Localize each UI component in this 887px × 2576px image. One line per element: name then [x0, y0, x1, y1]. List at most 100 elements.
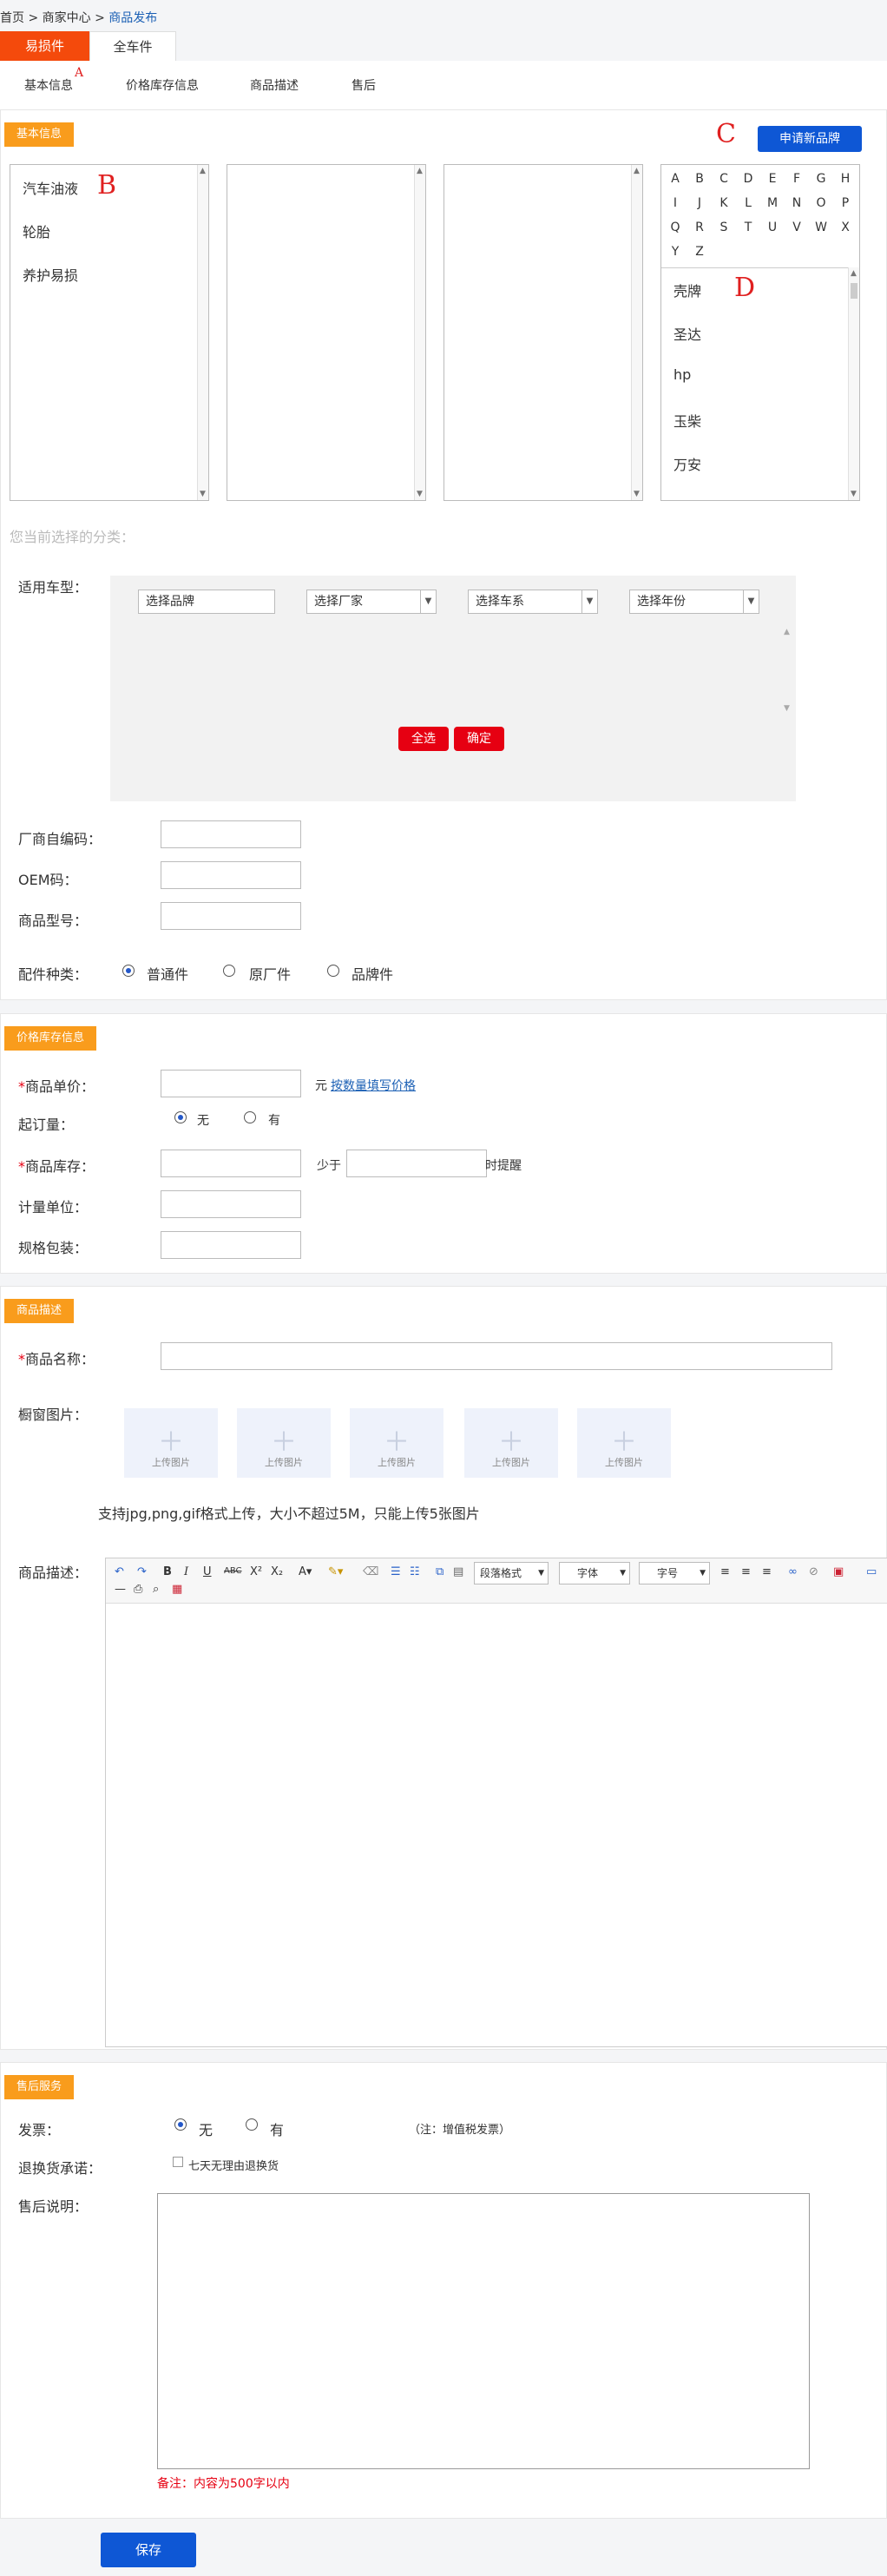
brand-letter-o[interactable]: O: [809, 191, 833, 215]
after-sales-textarea[interactable]: [157, 2193, 810, 2469]
select-all-button[interactable]: 全选: [398, 727, 449, 751]
return-checkbox[interactable]: [173, 2157, 183, 2167]
upload-image-slot[interactable]: ＋上传图片: [350, 1408, 444, 1478]
scroll-up-icon[interactable]: ▲: [417, 167, 423, 175]
unlink-icon[interactable]: ⊘: [809, 1565, 818, 1578]
bold-icon[interactable]: B: [163, 1565, 172, 1578]
category-list-level1[interactable]: 汽车油液 轮胎 养护易损 B ▲ ▼: [10, 164, 209, 501]
brand-letter-s[interactable]: S: [712, 215, 736, 240]
ordered-list-icon[interactable]: ☰: [391, 1565, 401, 1578]
stock-input[interactable]: [161, 1150, 301, 1177]
brand-letter-d[interactable]: D: [736, 167, 760, 191]
tab-full-car-parts[interactable]: 全车件: [89, 31, 176, 61]
scrollbar[interactable]: ▲ ▼: [197, 165, 208, 500]
brand-letter-g[interactable]: G: [809, 167, 833, 191]
category-item[interactable]: 汽车油液: [23, 177, 78, 198]
category-list-level3[interactable]: ▲ ▼: [444, 164, 643, 501]
brand-letter-i[interactable]: I: [663, 191, 687, 215]
brand-letter-a[interactable]: A: [663, 167, 687, 191]
align-left-icon[interactable]: ≡: [720, 1565, 730, 1578]
brand-item[interactable]: 万安: [673, 453, 701, 474]
apply-new-brand-button[interactable]: 申请新品牌: [758, 126, 862, 152]
qty-price-link[interactable]: 按数量填写价格: [331, 1077, 416, 1094]
tab-wear-parts[interactable]: 易损件: [0, 31, 89, 61]
brand-item[interactable]: 圣达: [673, 323, 701, 344]
strikethrough-icon[interactable]: ABC: [224, 1566, 242, 1576]
brand-item[interactable]: hp: [673, 366, 691, 383]
scroll-down-icon[interactable]: ▼: [417, 490, 423, 498]
image-icon[interactable]: ▣: [833, 1565, 844, 1578]
invoice-none-radio[interactable]: [174, 2118, 187, 2131]
brand-item[interactable]: 壳牌: [673, 280, 701, 300]
brand-letter-l[interactable]: L: [736, 191, 760, 215]
paragraph-format-select[interactable]: 段落格式 ▼: [474, 1562, 549, 1584]
scrollbar[interactable]: ▲ ▼: [784, 628, 794, 723]
font-family-select[interactable]: 字体 ▼: [559, 1562, 630, 1584]
font-color-icon[interactable]: A▾: [299, 1565, 312, 1578]
font-size-select[interactable]: 字号 ▼: [639, 1562, 710, 1584]
brand-letter-z[interactable]: Z: [687, 240, 712, 264]
underline-icon[interactable]: U: [203, 1565, 212, 1578]
eraser-icon[interactable]: ⌫: [363, 1565, 378, 1578]
brand-letter-b[interactable]: B: [687, 167, 712, 191]
stock-alert-input[interactable]: [346, 1150, 487, 1177]
brand-letter-f[interactable]: F: [785, 167, 809, 191]
invoice-has-radio[interactable]: [246, 2118, 258, 2131]
part-type-normal-radio[interactable]: [122, 965, 135, 977]
scroll-up-icon[interactable]: ▲: [634, 167, 640, 175]
brand-letter-v[interactable]: V: [785, 215, 809, 240]
vehicle-year-select[interactable]: 选择年份 ▼: [629, 590, 759, 614]
brand-letter-e[interactable]: E: [760, 167, 785, 191]
brand-letter-k[interactable]: K: [712, 191, 736, 215]
superscript-icon[interactable]: X²: [250, 1565, 262, 1578]
italic-icon[interactable]: I: [184, 1565, 188, 1578]
nav-after-sales[interactable]: 售后: [352, 76, 376, 94]
unit-input[interactable]: [161, 1190, 301, 1218]
code-input[interactable]: [161, 820, 301, 848]
brand-item[interactable]: 玉柴: [673, 410, 701, 431]
save-button[interactable]: 保存: [101, 2533, 196, 2567]
unordered-list-icon[interactable]: ☷: [410, 1565, 420, 1578]
preview-icon[interactable]: ⌕: [153, 1583, 159, 1596]
brand-letter-y[interactable]: Y: [663, 240, 687, 264]
scroll-up-icon[interactable]: ▲: [200, 167, 206, 175]
nav-description[interactable]: 商品描述: [250, 76, 299, 94]
brand-letter-m[interactable]: M: [760, 191, 785, 215]
part-type-brand-radio[interactable]: [327, 965, 339, 977]
nav-price-stock[interactable]: 价格库存信息: [126, 76, 199, 94]
category-item[interactable]: 养护易损: [23, 264, 78, 285]
oem-input[interactable]: [161, 861, 301, 889]
nav-basic-info[interactable]: 基本信息: [24, 76, 73, 94]
brand-letter-u[interactable]: U: [760, 215, 785, 240]
unit-price-input[interactable]: [161, 1070, 301, 1097]
scrollbar[interactable]: ▲ ▼: [414, 165, 425, 500]
product-name-input[interactable]: [161, 1342, 832, 1370]
confirm-button[interactable]: 确定: [454, 727, 504, 751]
vehicle-maker-select[interactable]: 选择厂家 ▼: [306, 590, 437, 614]
brand-letter-r[interactable]: R: [687, 215, 712, 240]
brand-letter-w[interactable]: W: [809, 215, 833, 240]
redo-icon[interactable]: ↷: [137, 1565, 147, 1578]
fullscreen-icon[interactable]: ▭: [866, 1565, 877, 1578]
vehicle-series-select[interactable]: 选择车系 ▼: [468, 590, 598, 614]
link-icon[interactable]: ∞: [788, 1565, 798, 1578]
scroll-down-icon[interactable]: ▼: [634, 490, 640, 498]
paste-icon[interactable]: ⧉: [436, 1565, 444, 1578]
brand-letter-x[interactable]: X: [833, 215, 857, 240]
template-icon[interactable]: ▦: [172, 1583, 182, 1596]
brand-letter-c[interactable]: C: [712, 167, 736, 191]
align-center-icon[interactable]: ≡: [741, 1565, 751, 1578]
brand-letter-j[interactable]: J: [687, 191, 712, 215]
min-order-none-radio[interactable]: [174, 1111, 187, 1123]
upload-image-slot[interactable]: ＋上传图片: [464, 1408, 558, 1478]
min-order-has-radio[interactable]: [244, 1111, 256, 1123]
breadcrumb-center[interactable]: 商家中心: [43, 11, 91, 25]
print-icon[interactable]: ⎙: [134, 1583, 142, 1596]
rich-text-editor[interactable]: ↶ ↷ B I U ABC X² X₂ A▾ ✎▾ ⌫ ☰ ☷ ⧉ ▤ 段落格式…: [105, 1558, 887, 2047]
breadcrumb-home[interactable]: 首页: [0, 11, 24, 25]
scrollbar[interactable]: ▲ ▼: [848, 267, 859, 500]
pack-input[interactable]: [161, 1231, 301, 1259]
category-list-level2[interactable]: ▲ ▼: [227, 164, 426, 501]
clipboard-icon[interactable]: ▤: [453, 1565, 463, 1578]
undo-icon[interactable]: ↶: [115, 1565, 124, 1578]
